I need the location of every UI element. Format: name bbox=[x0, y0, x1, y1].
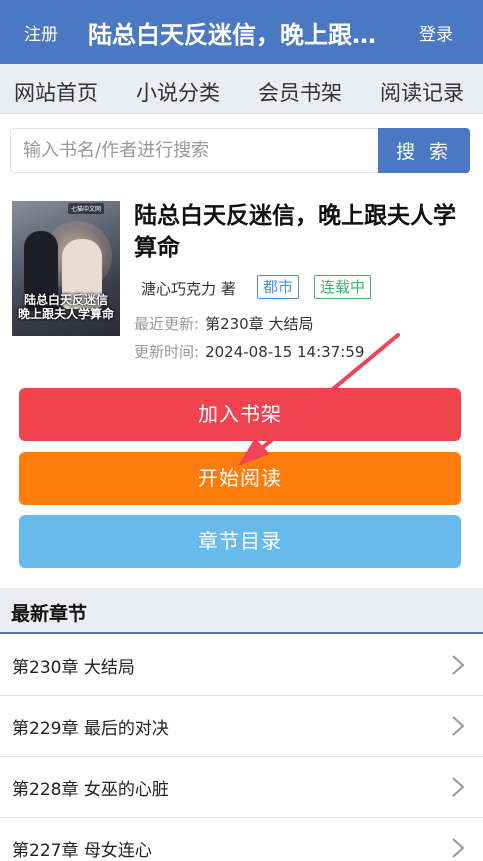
chapter-title: 第229章 最后的对决 bbox=[12, 719, 169, 739]
latest-chapters-header: 最新章节 bbox=[0, 588, 483, 634]
chapter-title: 第230章 大结局 bbox=[12, 658, 135, 678]
chapter-title: 第228章 女巫的心脏 bbox=[12, 780, 169, 800]
latest-update-link[interactable]: 第230章 大结局 bbox=[205, 315, 313, 333]
book-title: 陆总白天反迷信，晚上跟夫人学算命 bbox=[134, 203, 456, 261]
chevron-right-icon bbox=[452, 838, 465, 858]
search-button[interactable]: 搜 索 bbox=[378, 128, 470, 173]
book-author[interactable]: 溏心巧克力 著 bbox=[141, 278, 236, 299]
update-time-value: 2024-08-15 14:37:59 bbox=[205, 343, 365, 361]
genre-tag[interactable]: 都市 bbox=[257, 275, 300, 299]
book-cover[interactable]: 七猫中文网 陆总白天反迷信 晚上跟夫人学算命 bbox=[12, 201, 120, 336]
nav-item-categories[interactable]: 小说分类 bbox=[136, 77, 220, 107]
main-nav: 网站首页 小说分类 会员书架 阅读记录 bbox=[0, 64, 483, 114]
nav-item-history[interactable]: 阅读记录 bbox=[380, 77, 464, 107]
add-to-shelf-button[interactable]: 加入书架 bbox=[19, 388, 461, 441]
chapter-row[interactable]: 第227章 母女连心 bbox=[0, 819, 483, 861]
chevron-right-icon bbox=[452, 777, 465, 797]
chevron-right-icon bbox=[452, 655, 465, 675]
chapter-row[interactable]: 第230章 大结局 bbox=[0, 636, 483, 696]
search-input[interactable] bbox=[10, 128, 378, 173]
cover-title-line2: 晚上跟夫人学算命 bbox=[17, 307, 114, 321]
start-reading-button[interactable]: 开始阅读 bbox=[19, 452, 461, 505]
chapter-title: 第227章 母女连心 bbox=[12, 841, 152, 861]
register-link[interactable]: 注册 bbox=[24, 20, 58, 45]
table-of-contents-button[interactable]: 章节目录 bbox=[19, 515, 461, 568]
chevron-right-icon bbox=[452, 716, 465, 736]
top-bar: 注册 陆总白天反迷信，晚上跟夫人学算命 登录 bbox=[0, 0, 483, 64]
cover-title: 陆总白天反迷信 晚上跟夫人学算命 bbox=[12, 293, 120, 321]
chapter-row[interactable]: 第229章 最后的对决 bbox=[0, 697, 483, 757]
cover-title-line1: 陆总白天反迷信 bbox=[23, 293, 108, 307]
cover-publisher-badge: 七猫中文网 bbox=[68, 203, 105, 214]
chapter-row[interactable]: 第228章 女巫的心脏 bbox=[0, 758, 483, 818]
status-tag: 连载中 bbox=[314, 275, 372, 299]
nav-item-home[interactable]: 网站首页 bbox=[14, 77, 98, 107]
latest-chapters-title: 最新章节 bbox=[11, 603, 88, 625]
update-time-label: 更新时间: bbox=[134, 343, 200, 361]
nav-item-bookshelf[interactable]: 会员书架 bbox=[258, 77, 342, 107]
latest-update-row: 最近更新: 第230章 大结局 bbox=[134, 313, 313, 334]
latest-update-label: 最近更新: bbox=[134, 315, 200, 333]
page-title: 陆总白天反迷信，晚上跟夫人学算命 bbox=[88, 21, 388, 49]
update-time-row: 更新时间: 2024-08-15 14:37:59 bbox=[134, 341, 364, 362]
login-link[interactable]: 登录 bbox=[419, 20, 453, 45]
